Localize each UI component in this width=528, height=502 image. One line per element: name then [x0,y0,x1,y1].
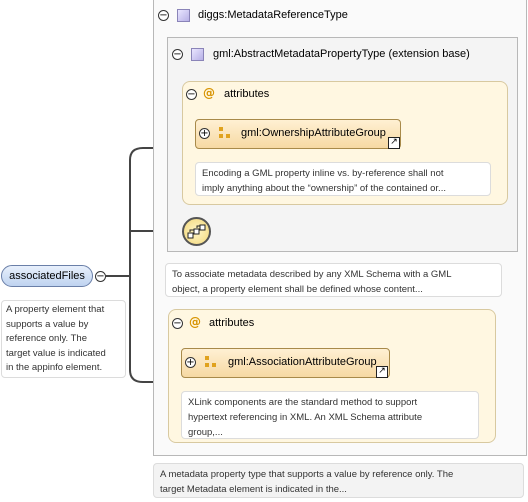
attribute-at-icon-2: @ [189,315,201,329]
external-link-icon[interactable]: ↗ [388,137,400,149]
type-title: diggs:MetadataReferenceType [198,9,348,21]
attributes-collapse-toggle[interactable]: − [186,89,197,100]
extension-collapse-toggle[interactable]: − [172,49,183,60]
association-group-doc: XLink components are the standard method… [181,391,479,439]
complex-type-icon [177,9,190,22]
attributes-2-collapse-toggle[interactable]: − [172,318,183,329]
ownership-group-doc: Encoding a GML property inline vs. by-re… [195,162,491,196]
extension-title: gml:AbstractMetadataPropertyType (extens… [213,48,470,60]
extension-type-icon [191,48,204,61]
type-collapse-toggle[interactable]: − [158,10,169,21]
external-link-icon-2[interactable]: ↗ [376,366,388,378]
type-doc: A metadata property type that supports a… [153,463,524,498]
attribute-group-icon [219,127,231,139]
ownership-group-name: gml:OwnershipAttributeGroup [241,127,386,139]
root-element-name: associatedFiles [9,270,85,282]
attributes-label: attributes [224,88,270,100]
attributes-2-label: attributes [209,317,255,329]
sequence-icon [187,224,206,239]
ownership-expand-toggle[interactable]: + [199,128,210,139]
attribute-at-icon: @ [203,86,215,100]
root-collapse-toggle[interactable]: − [95,271,106,282]
association-group-name: gml:AssociationAttributeGroup [228,356,377,368]
extension-doc: To associate metadata described by any X… [165,263,502,297]
attribute-group-icon-2 [205,356,217,368]
association-expand-toggle[interactable]: + [185,357,196,368]
root-element-doc: A property element that supports a value… [1,300,126,378]
root-element-box[interactable]: associatedFiles [1,265,93,287]
